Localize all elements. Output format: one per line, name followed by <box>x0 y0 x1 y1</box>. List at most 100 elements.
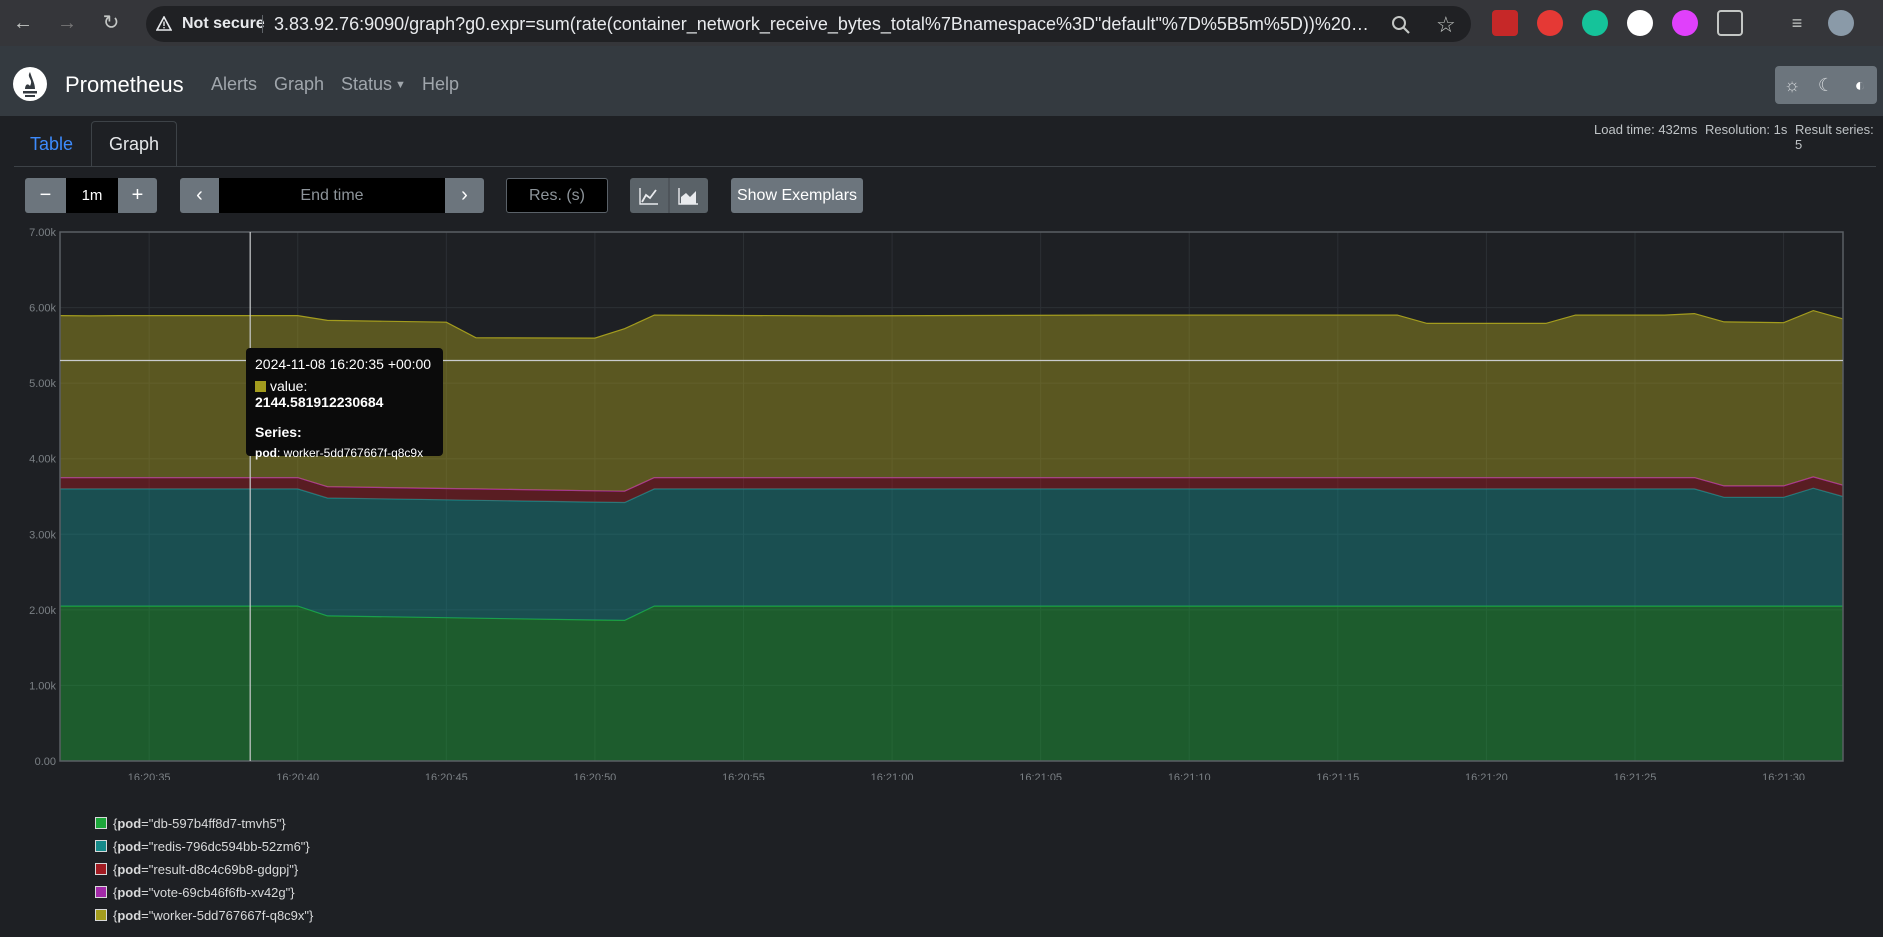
legend-swatch <box>95 817 107 829</box>
legend-label: ="result-d8c4c69b8-gdgpj"} <box>141 862 299 877</box>
sun-icon[interactable]: ☼ <box>1775 66 1809 104</box>
range-decrease-button[interactable]: − <box>25 178 66 213</box>
tab-table[interactable]: Table <box>30 134 73 155</box>
y-tick-label: 7.00k <box>29 227 56 239</box>
tooltip-value-label: value: <box>270 378 308 394</box>
x-tick-label: 16:20:40 <box>276 772 319 780</box>
show-exemplars-button[interactable]: Show Exemplars <box>731 178 863 213</box>
prometheus-navbar: Prometheus Alerts Graph Status ▼ Help ☼ ☾… <box>0 46 1883 116</box>
warning-icon <box>156 16 172 31</box>
legend-swatch <box>95 909 107 921</box>
load-time: Load time: 432ms <box>1594 122 1698 137</box>
chevron-down-icon: ▼ <box>395 79 406 91</box>
end-time-forward-button[interactable]: › <box>445 178 484 213</box>
legend-key: pod <box>117 839 142 854</box>
x-tick-label: 16:21:20 <box>1465 772 1508 780</box>
legend-label: ="vote-69cb46f6fb-xv42g"} <box>141 885 295 900</box>
legend-swatch <box>95 840 107 852</box>
y-tick-label: 6.00k <box>29 303 56 315</box>
extension-hand-icon[interactable] <box>1537 10 1563 36</box>
stacked-chart-icon[interactable] <box>678 188 698 205</box>
prometheus-logo-icon[interactable] <box>12 66 48 102</box>
bookmark-star-icon[interactable]: ☆ <box>1436 12 1456 38</box>
brand-title[interactable]: Prometheus <box>65 72 184 98</box>
x-tick-label: 16:21:00 <box>871 772 914 780</box>
tooltip-pod-key: pod <box>255 446 277 460</box>
y-tick-label: 0.00 <box>35 756 56 768</box>
zoom-icon[interactable] <box>1390 14 1412 36</box>
back-icon[interactable]: ← <box>8 8 38 38</box>
legend-label: ="redis-796dc594bb-52zm6"} <box>141 839 310 854</box>
stacked-area-chart[interactable]: 0.00 1.00k 2.00k 3.00k 4.00k 5.00k 6.00k 7.00k 1… <box>0 220 1883 780</box>
y-tick-label: 2.00k <box>29 605 56 617</box>
tooltip-value-row: value: 2144.581912230684 <box>255 378 434 410</box>
nav-status-label: Status <box>341 74 393 94</box>
extension-red-icon[interactable] <box>1492 10 1518 36</box>
series-area[interactable] <box>60 606 1843 761</box>
extension-brain-icon[interactable] <box>1672 10 1698 36</box>
y-tick-label: 4.00k <box>29 454 56 466</box>
legend-label: ="db-597b4ff8d7-tmvh5"} <box>141 816 286 831</box>
legend-swatch <box>95 886 107 898</box>
chart-legend: {pod="db-597b4ff8d7-tmvh5"} {pod="redis-… <box>95 816 313 931</box>
nav-status[interactable]: Status ▼ <box>341 74 406 95</box>
x-tick-label: 16:20:50 <box>573 772 616 780</box>
x-tick-label: 16:21:10 <box>1168 772 1211 780</box>
nav-help[interactable]: Help <box>422 74 459 95</box>
tab-graph[interactable]: Graph <box>91 121 177 167</box>
y-tick-label: 1.00k <box>29 680 56 692</box>
media-queue-icon[interactable]: ≡ <box>1784 10 1810 36</box>
x-tick-label: 16:20:45 <box>425 772 468 780</box>
forward-icon[interactable]: → <box>52 8 82 38</box>
legend-key: pod <box>117 885 142 900</box>
tooltip-pod-row: pod: worker-5dd767667f-q8c9x <box>255 446 424 460</box>
series-area[interactable] <box>60 488 1843 621</box>
address-bar[interactable]: Not secure 3.83.92.76:9090/graph?g0.expr… <box>146 6 1471 42</box>
x-tick-label: 16:20:55 <box>722 772 765 780</box>
x-tick-label: 16:21:30 <box>1762 772 1805 780</box>
nav-graph[interactable]: Graph <box>274 74 324 95</box>
legend-key: pod <box>117 816 142 831</box>
grammarly-icon[interactable] <box>1582 10 1608 36</box>
end-time-back-button[interactable]: ‹ <box>180 178 219 213</box>
chart-type-group <box>630 178 708 213</box>
tooltip-pod-value: worker-5dd767667f-q8c9x <box>283 446 424 460</box>
x-tick-label: 16:21:15 <box>1316 772 1359 780</box>
y-tick-label: 5.00k <box>29 378 56 390</box>
extensions-puzzle-icon[interactable] <box>1717 10 1743 36</box>
resolution-input[interactable]: Res. (s) <box>506 178 608 213</box>
profile-avatar[interactable] <box>1828 10 1854 36</box>
nav-alerts[interactable]: Alerts <box>211 74 257 95</box>
y-tick-label: 3.00k <box>29 529 56 541</box>
tooltip-date: 2024-11-08 16:20:35 +00:00 <box>255 356 432 372</box>
x-tick-label: 16:20:35 <box>128 772 171 780</box>
contrast-icon[interactable]: ◐ <box>1843 66 1877 104</box>
legend-swatch <box>95 863 107 875</box>
tooltip-swatch <box>255 381 266 392</box>
tabs-divider <box>14 166 1876 167</box>
range-input[interactable]: 1m <box>66 178 118 213</box>
end-time-input[interactable]: End time <box>219 178 445 213</box>
moon-icon[interactable]: ☾ <box>1809 66 1843 104</box>
legend-item[interactable]: {pod="result-d8c4c69b8-gdgpj"} <box>95 862 313 885</box>
url-text[interactable]: 3.83.92.76:9090/graph?g0.expr=sum(rate(c… <box>274 14 1374 35</box>
divider <box>262 15 263 33</box>
resolution: Resolution: 1s <box>1705 122 1788 137</box>
line-chart-icon[interactable] <box>639 188 658 205</box>
x-tick-label: 16:21:05 <box>1019 772 1062 780</box>
legend-item[interactable]: {pod="vote-69cb46f6fb-xv42g"} <box>95 885 313 908</box>
tooltip-series-label: Series: <box>255 424 302 440</box>
legend-item[interactable]: {pod="redis-796dc594bb-52zm6"} <box>95 839 313 862</box>
chart-type-icons <box>639 178 698 213</box>
legend-item[interactable]: {pod="db-597b4ff8d7-tmvh5"} <box>95 816 313 839</box>
security-label[interactable]: Not secure <box>182 15 265 33</box>
range-increase-button[interactable]: + <box>118 178 157 213</box>
extension-robot-icon[interactable] <box>1627 10 1653 36</box>
reload-icon[interactable]: ↻ <box>96 8 126 38</box>
legend-key: pod <box>117 908 142 923</box>
x-tick-label: 16:21:25 <box>1614 772 1657 780</box>
hover-tooltip: 2024-11-08 16:20:35 +00:00 value: 2144.5… <box>246 348 443 460</box>
legend-label: ="worker-5dd767667f-q8c9x"} <box>141 908 314 923</box>
result-series: Result series: 5 <box>1795 122 1874 152</box>
legend-item[interactable]: {pod="worker-5dd767667f-q8c9x"} <box>95 908 313 931</box>
